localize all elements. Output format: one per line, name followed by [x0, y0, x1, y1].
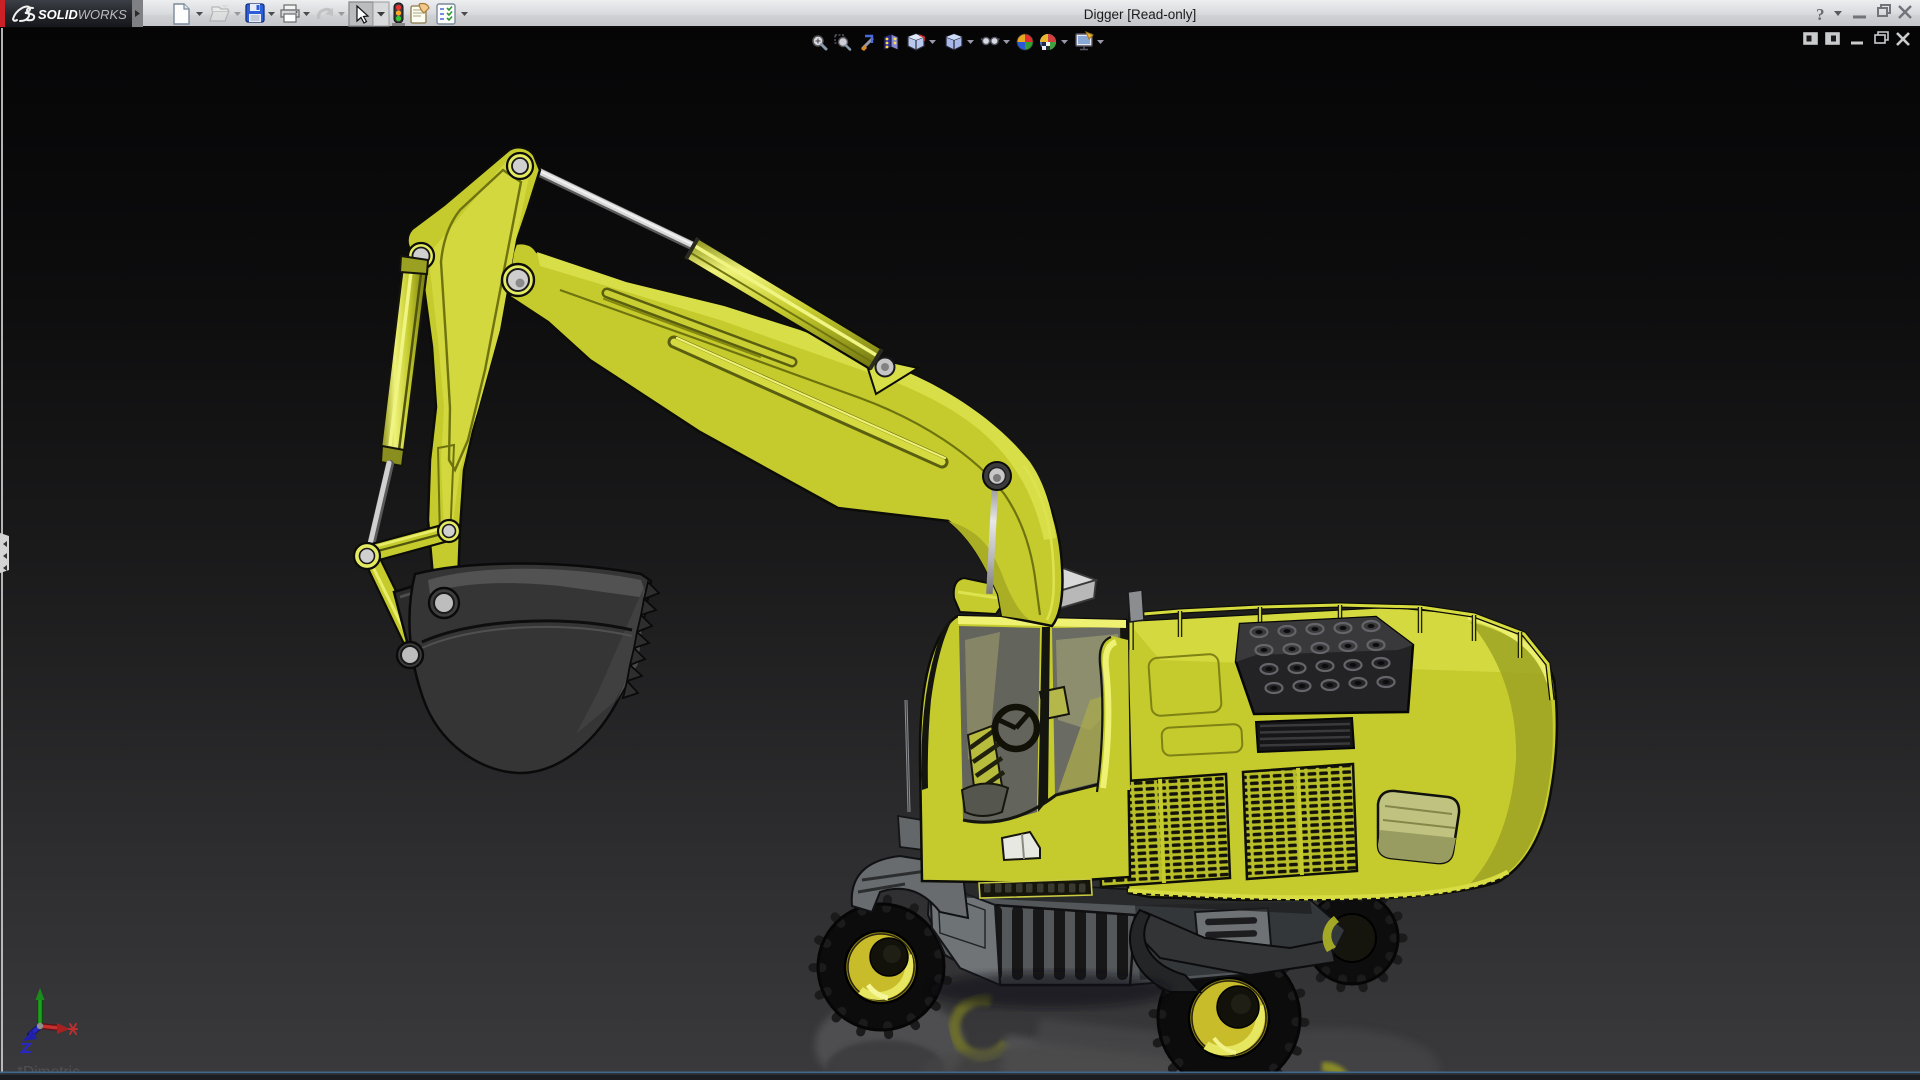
svg-text:Digger [Read-only]: Digger [Read-only] — [1084, 7, 1197, 22]
svg-text:SOLIDWORKS: SOLIDWORKS — [38, 7, 127, 22]
svg-text:?: ? — [1816, 5, 1825, 24]
